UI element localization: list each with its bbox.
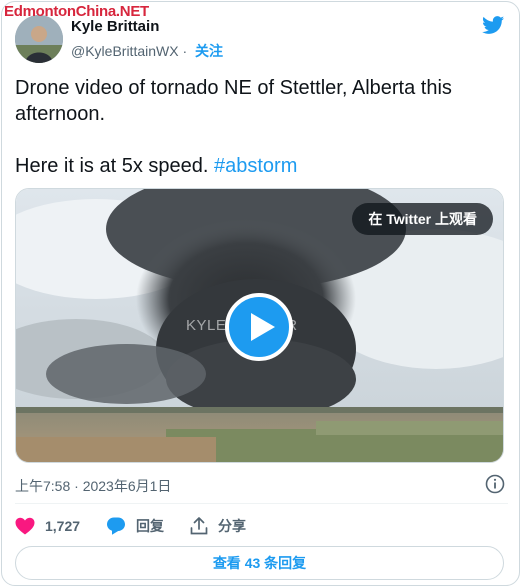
avatar[interactable] [15,15,63,63]
play-icon[interactable] [225,293,293,361]
hashtag-link[interactable]: #abstorm [214,155,297,177]
tweet-line-2: Here it is at 5x speed. #abstorm [15,153,495,179]
video-player[interactable]: KYLE B ATHER 在 Twitter 上观看 [15,188,504,463]
tweet-line-1: Drone video of tornado NE of Stettler, A… [15,77,452,125]
reply-button[interactable]: 回复 [106,516,164,536]
share-label: 分享 [218,518,247,534]
follow-button[interactable]: 关注 [195,43,223,59]
reply-bubble-icon [107,517,126,535]
info-icon[interactable] [485,474,505,494]
tweet-timestamp[interactable]: 上午7:58 · 2023年6月1日 [15,476,171,496]
site-watermark: EdmontonChina.NET [4,3,149,20]
view-replies-button[interactable]: 查看 43 条回复 [15,546,504,580]
heart-icon [15,517,35,535]
twitter-bird-icon[interactable] [481,14,506,36]
author-handle[interactable]: @KyleBrittainWX [71,43,179,59]
reply-label: 回复 [136,518,165,534]
share-icon [190,517,208,535]
author-name[interactable]: Kyle Brittain [71,18,159,35]
like-count: 1,727 [45,518,81,534]
watch-on-twitter-button[interactable]: 在 Twitter 上观看 [352,203,493,235]
divider [15,503,508,504]
tweet-line-2-text: Here it is at 5x speed. [15,155,214,177]
share-button[interactable]: 分享 [190,516,246,536]
action-bar: 1,727 回复 分享 [15,514,272,538]
author-handle-row: @KyleBrittainWX · 关注 [71,41,223,61]
like-button[interactable]: 1,727 [15,517,80,535]
separator: · [182,43,188,59]
tweet-text: Drone video of tornado NE of Stettler, A… [15,75,495,179]
